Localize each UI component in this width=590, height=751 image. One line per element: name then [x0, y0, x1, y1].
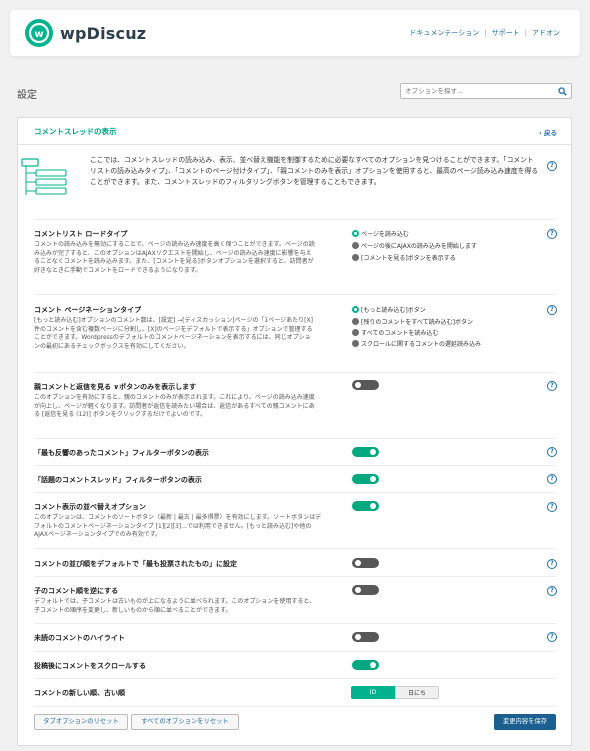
help-icon[interactable]: ? [547, 559, 557, 569]
radio-icon [352, 340, 359, 347]
pagination-option-load-rest[interactable]: [残りのコメントをすべて読み込む]ボタン [352, 317, 473, 326]
radio-icon [352, 329, 359, 336]
pagination-title: コメント ページネーションタイプ [34, 306, 142, 314]
help-icon[interactable]: ? [547, 305, 557, 315]
addons-link[interactable]: アドオン [532, 29, 560, 37]
help-icon[interactable]: ? [547, 632, 557, 642]
parent-only-toggle[interactable] [352, 380, 379, 390]
page-title: 設定 [17, 90, 37, 101]
help-icon[interactable]: ? [547, 381, 557, 391]
radio-icon [352, 242, 359, 249]
help-icon[interactable]: ? [547, 161, 557, 171]
load-type-title: コメントリスト ロードタイプ [34, 230, 128, 238]
pagination-option-load-all[interactable]: すべてのコメントを読み込む [352, 328, 438, 337]
documentation-link[interactable]: ドキュメンテーション [409, 29, 479, 37]
order-option-date[interactable]: 日にち [395, 686, 439, 699]
radio-icon [352, 318, 359, 325]
most-voted-default-title: コメントの並び順をデフォルトで「最も投票されたもの」に設定 [34, 560, 237, 568]
load-type-option-ajax[interactable]: ページの後にAJAXの読み込みを開始します [352, 241, 477, 250]
divider [34, 548, 556, 549]
highlight-unread-title: 未読のコメントのハイライト [34, 634, 125, 642]
back-link[interactable]: ‹ 戻る [539, 127, 557, 137]
order-option-id[interactable]: ID [351, 686, 395, 699]
help-icon[interactable]: ? [547, 447, 557, 457]
reverse-children-title: 子のコメント順を逆にする [34, 587, 119, 595]
pagination-desc: [もっと読み込む]オプションのコメント数は、[設定] →[ディスカッション]ペー… [34, 317, 313, 350]
parent-only-title: 親コメントと返信を見る ∨ボタンのみを表示します [34, 383, 197, 391]
radio-icon [352, 230, 359, 237]
divider [34, 576, 556, 577]
divider [34, 623, 556, 624]
top-header: w wpDiscuz ドキュメンテーション | サポート | アドオン [10, 10, 580, 56]
radio-icon [352, 254, 359, 261]
order-title: コメントの新しい順、古い順 [34, 689, 125, 697]
reset-all-button[interactable]: すべてのオプションをリセット [131, 714, 239, 730]
divider [34, 651, 556, 652]
highlight-unread-toggle[interactable] [352, 632, 379, 642]
comment-thread-illustration-icon [21, 158, 67, 195]
reverse-children-toggle[interactable] [352, 585, 379, 595]
top-links: ドキュメンテーション | サポート | アドオン [409, 29, 560, 37]
wpdiscuz-logo-icon: w [25, 19, 53, 47]
search-input[interactable] [405, 85, 555, 97]
scroll-after-post-title: 投稿後にコメントをスクロールする [34, 662, 146, 670]
option-search [400, 83, 572, 99]
save-changes-button[interactable]: 変更内容を保存 [494, 714, 556, 730]
load-type-desc: コメントの読み込みを無効にすることで、ページの読み込み速度を高く保つことができま… [34, 241, 315, 274]
pagination-option-load-more[interactable]: [もっと読み込む]ボタン [352, 305, 426, 314]
brand-name: wpDiscuz [60, 24, 147, 43]
divider [34, 678, 556, 679]
pagination-option-lazy[interactable]: スクロールに関するコメントの遅延読み込み [352, 339, 481, 348]
order-segmented-control: ID 日にち [351, 686, 439, 699]
help-icon[interactable]: ? [547, 586, 557, 596]
hottest-toggle[interactable] [352, 474, 379, 484]
support-link[interactable]: サポート [492, 29, 520, 37]
most-reacted-toggle[interactable] [352, 447, 379, 457]
parent-only-desc: このオプションを有効にすると、親のコメントのみが表示されます。これにより、ページ… [34, 394, 315, 418]
divider [34, 465, 556, 466]
most-voted-default-toggle[interactable] [352, 558, 379, 568]
sorting-toggle[interactable] [352, 501, 379, 511]
radio-icon [352, 306, 359, 313]
intro-description: ここでは、コメントスレッドの読み込み、表示、並べ替え機能を制御するために必要なす… [90, 156, 539, 186]
hottest-title: 「話題のコメントスレッド」フィルターボタンの表示 [34, 476, 202, 484]
divider [34, 294, 556, 295]
scroll-after-post-toggle[interactable] [352, 660, 379, 670]
load-type-option-page[interactable]: ページを読み込む [352, 229, 409, 238]
help-icon[interactable]: ? [547, 229, 557, 239]
help-icon[interactable]: ? [547, 502, 557, 512]
reset-tab-button[interactable]: タブオプションのリセット [34, 714, 128, 730]
panel-header: コメントスレッドの表示 ‹ 戻る [18, 118, 571, 145]
search-icon[interactable] [558, 87, 567, 96]
divider [34, 492, 556, 493]
svg-text:w: w [34, 29, 43, 40]
panel-title: コメントスレッドの表示 [34, 127, 117, 136]
most-reacted-title: 「最も反響のあったコメント」フィルターボタンの表示 [34, 449, 209, 457]
divider [34, 438, 556, 439]
divider [34, 706, 556, 707]
divider [34, 372, 556, 373]
reverse-children-desc: デフォルトでは、子コメントは古いものが上になるように並べられます。このオプション… [34, 598, 316, 614]
help-icon[interactable]: ? [547, 474, 557, 484]
load-type-option-button[interactable]: [コメントを見る]ボタンを表示する [352, 253, 456, 262]
divider [34, 219, 556, 220]
sorting-title: コメント表示の並べ替えオプション [34, 503, 146, 511]
sorting-desc: このオプションは、コメントのソートボタン（最新 | 最古 | 最多得票）を有効に… [34, 514, 322, 538]
